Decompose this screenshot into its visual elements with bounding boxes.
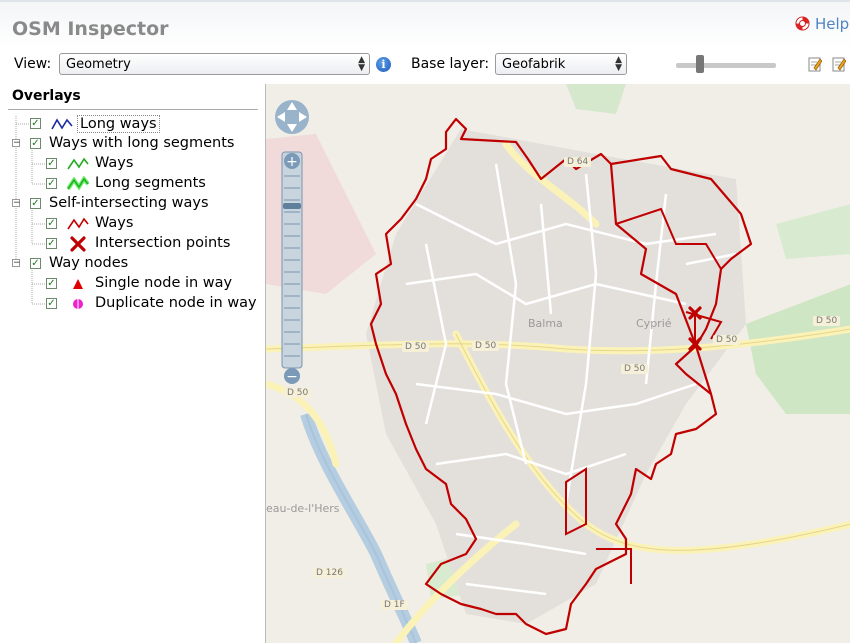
overlay-label: Duplicate node in way <box>95 295 257 311</box>
overlays-panel: Overlays ✓ Long ways − ✓ Ways with long … <box>0 84 264 643</box>
edit-potlatch-icon[interactable] <box>832 56 846 72</box>
svg-text:+: + <box>286 154 298 170</box>
overlay-group-self-intersecting[interactable]: − ✓ Self-intersecting ways <box>0 195 264 215</box>
red-line-icon <box>67 217 89 230</box>
red-x-icon <box>70 236 86 252</box>
select-arrows-icon: ▲ ▼ <box>358 55 365 73</box>
view-label: View: <box>14 56 52 72</box>
overlay-label: Self-intersecting ways <box>49 195 209 211</box>
app-header: OSM Inspector Help <box>0 0 850 48</box>
view-select-value: Geometry <box>66 57 131 72</box>
base-layer-label: Base layer: <box>411 56 490 72</box>
opacity-slider[interactable] <box>676 63 776 68</box>
road-label: D 50 <box>813 316 841 326</box>
checkbox[interactable]: ✓ <box>30 118 41 129</box>
opacity-slider-handle[interactable] <box>696 55 705 73</box>
overlay-label: Ways <box>95 155 134 171</box>
checkbox[interactable]: ✓ <box>46 278 57 289</box>
road-label: D 1F <box>381 600 408 610</box>
overlay-label: Long segments <box>95 175 206 191</box>
base-layer-select[interactable]: Geofabrik ▲ ▼ <box>495 53 627 75</box>
checkbox[interactable]: ✓ <box>30 198 41 209</box>
overlay-label: Long ways <box>77 115 160 133</box>
road-label: D 50 <box>284 388 312 398</box>
road-label: D 50 <box>621 364 649 374</box>
collapse-toggle-icon[interactable]: − <box>12 259 21 268</box>
green-line-icon <box>67 157 89 170</box>
lifebuoy-icon <box>795 16 810 31</box>
road-label: D 50 <box>713 335 741 345</box>
app-title: OSM Inspector <box>12 18 169 40</box>
overlay-self-intersecting-ways[interactable]: ✓ Ways <box>0 215 264 235</box>
checkbox[interactable]: ✓ <box>46 238 57 249</box>
overlay-duplicate-node[interactable]: ✓ Duplicate node in way <box>0 295 264 315</box>
long-way-line-icon <box>51 118 73 130</box>
checkbox[interactable]: ✓ <box>30 138 41 149</box>
overlay-intersection-points[interactable]: ✓ Intersection points <box>0 235 264 255</box>
info-icon[interactable]: i <box>376 57 391 72</box>
road-label: D 126 <box>313 568 346 578</box>
svg-text:−: − <box>286 369 298 385</box>
checkbox[interactable]: ✓ <box>30 258 41 269</box>
checkbox[interactable]: ✓ <box>46 158 57 169</box>
overlay-label: Way nodes <box>49 255 129 271</box>
edit-josm-icon[interactable] <box>808 56 822 72</box>
red-triangle-icon <box>73 279 83 289</box>
map-view[interactable]: + − Balma Cyprié eau-de-l'Hers D 64 D 50… <box>265 84 850 643</box>
long-segment-line-icon <box>67 176 89 191</box>
map-canvas[interactable]: + − <box>266 84 850 643</box>
overlay-label: Single node in way <box>95 275 233 291</box>
view-select[interactable]: Geometry ▲ ▼ <box>59 53 370 75</box>
road-label: D 50 <box>402 342 430 352</box>
place-label: Cyprié <box>636 317 672 330</box>
place-label: eau-de-l'Hers <box>266 502 340 515</box>
road-label: D 64 <box>564 157 592 167</box>
overlay-long-ways[interactable]: ✓ Long ways <box>0 115 264 135</box>
overlay-label: Ways <box>95 215 134 231</box>
checkbox[interactable]: ✓ <box>46 218 57 229</box>
magenta-circle-icon <box>73 299 83 309</box>
help-label: Help <box>815 15 850 33</box>
overlay-long-segments-ways[interactable]: ✓ Ways <box>0 155 264 175</box>
overlay-single-node[interactable]: ✓ Single node in way <box>0 275 264 295</box>
road-label: D 50 <box>472 341 500 351</box>
base-layer-select-value: Geofabrik <box>502 57 566 72</box>
help-link[interactable]: Help <box>795 15 849 33</box>
overlay-group-way-nodes[interactable]: − ✓ Way nodes <box>0 255 264 275</box>
collapse-toggle-icon[interactable]: − <box>12 199 21 208</box>
select-arrows-icon: ▲ ▼ <box>615 55 622 73</box>
overlay-label: Intersection points <box>95 235 231 251</box>
overlay-group-long-segments[interactable]: − ✓ Ways with long segments <box>0 135 264 155</box>
overlay-long-segments-segments[interactable]: ✓ Long segments <box>0 175 264 195</box>
overlay-label: Ways with long segments <box>49 135 235 151</box>
place-label: Balma <box>528 317 563 330</box>
toolbar: View: Geometry ▲ ▼ i Base layer: Geofabri… <box>0 52 850 78</box>
checkbox[interactable]: ✓ <box>46 298 57 309</box>
checkbox[interactable]: ✓ <box>46 178 57 189</box>
collapse-toggle-icon[interactable]: − <box>12 139 21 148</box>
